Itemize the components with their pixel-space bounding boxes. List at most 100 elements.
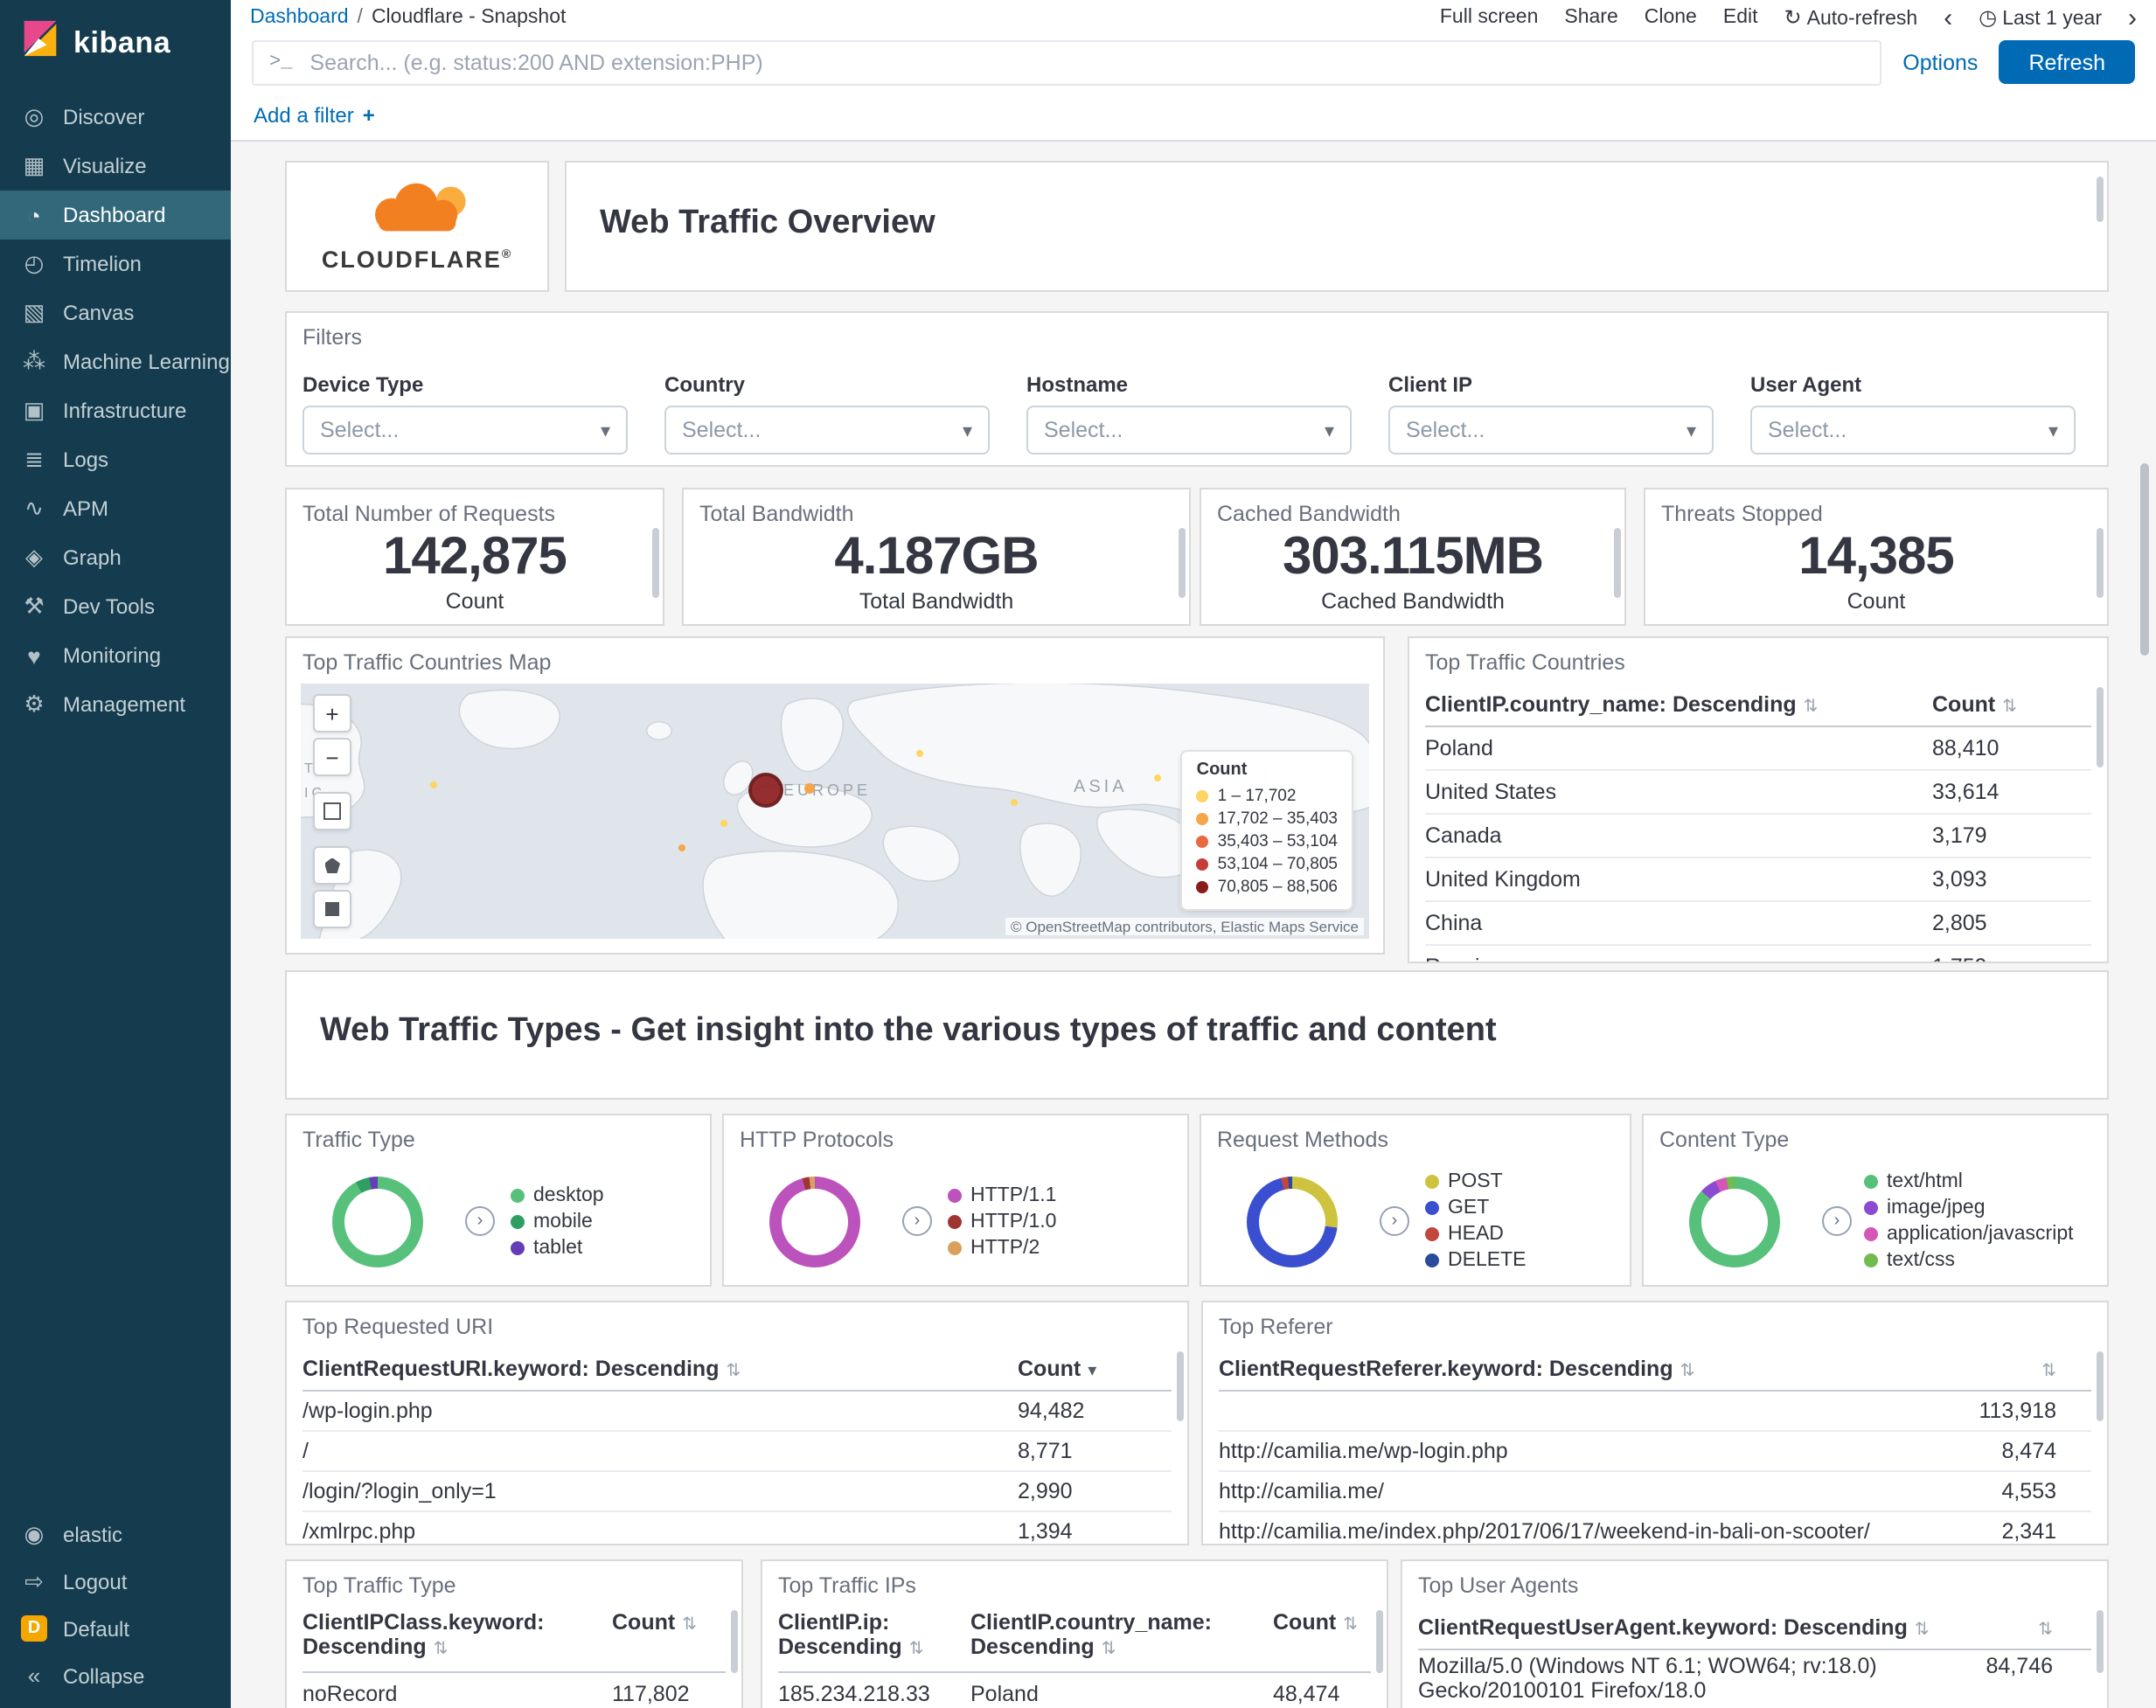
legend-dot (1864, 1227, 1878, 1241)
request-methods-donut[interactable] (1247, 1176, 1338, 1267)
sort-icon[interactable]: ⇅ (1915, 1621, 1930, 1640)
sort-desc-icon[interactable]: ▾ (1088, 1362, 1096, 1381)
sort-icon[interactable]: ⇅ (2038, 1621, 2053, 1640)
legend-toggle-icon[interactable]: › (1380, 1206, 1409, 1236)
map-bubble[interactable] (1154, 774, 1161, 781)
legend-item[interactable]: tablet (511, 1237, 604, 1258)
sort-icon[interactable]: ⇅ (727, 1362, 741, 1381)
time-range-picker[interactable]: ◷ Last 1 year (1979, 5, 2102, 30)
legend-item[interactable]: text/css (1864, 1250, 2074, 1271)
client-ip-select[interactable]: Select... ▾ (1388, 406, 1714, 455)
time-back-chevron-icon[interactable]: ‹ (1944, 4, 1952, 31)
breadcrumb-dashboard-link[interactable]: Dashboard (250, 7, 349, 28)
map-bubble[interactable] (1011, 799, 1018, 806)
sidebar-item-graph[interactable]: ◈ Graph (0, 533, 231, 582)
legend-toggle-icon[interactable]: › (902, 1206, 932, 1236)
world-map[interactable]: TH IC EUROPE ASIA + − (301, 684, 1369, 939)
traffic-type-donut[interactable] (332, 1176, 423, 1267)
map-bubble-poland[interactable] (748, 773, 783, 808)
full-screen-button[interactable]: Full screen (1440, 7, 1539, 28)
sort-icon[interactable]: ⇅ (2041, 1362, 2056, 1381)
sidebar-item-dashboard[interactable]: ◔ Dashboard (0, 191, 231, 240)
sidebar-item-space-default[interactable]: D Default (0, 1605, 231, 1652)
draw-rectangle-button[interactable] (313, 890, 351, 928)
map-bubble[interactable] (720, 820, 727, 827)
panel-scrollbar[interactable] (1177, 1351, 1184, 1421)
legend-item[interactable]: POST (1425, 1171, 1527, 1192)
legend-item[interactable]: image/jpeg (1864, 1198, 2074, 1219)
zoom-out-button[interactable]: − (313, 738, 351, 776)
top-actions: Full screen Share Clone Edit ↻ Auto-refre… (1440, 4, 2137, 31)
content-type-donut[interactable] (1689, 1176, 1780, 1267)
legend-item[interactable]: application/javascript (1864, 1224, 2074, 1245)
legend-item[interactable]: HTTP/1.1 (948, 1184, 1056, 1205)
sidebar-item-timelion[interactable]: ◴ Timelion (0, 240, 231, 288)
legend-item[interactable]: DELETE (1425, 1250, 1527, 1271)
map-bubble[interactable] (916, 750, 923, 757)
sort-icon[interactable]: ⇅ (1680, 1362, 1695, 1381)
legend-item[interactable]: HEAD (1425, 1224, 1527, 1245)
fit-bounds-button[interactable] (313, 792, 351, 830)
sidebar-item-collapse[interactable]: « Collapse (0, 1652, 231, 1699)
panel-scrollbar[interactable] (1614, 528, 1621, 598)
sidebar-item-canvas[interactable]: ▧ Canvas (0, 288, 231, 337)
legend-toggle-icon[interactable]: › (465, 1206, 495, 1236)
sort-icon[interactable]: ⇅ (682, 1615, 697, 1635)
options-link[interactable]: Options (1902, 50, 1978, 74)
country-select[interactable]: Select... ▾ (664, 406, 990, 455)
refresh-button[interactable]: Refresh (1999, 40, 2135, 84)
sidebar-item-logout[interactable]: ⇨ Logout (0, 1558, 231, 1605)
share-button[interactable]: Share (1564, 7, 1617, 28)
map-bubble[interactable] (430, 781, 437, 788)
sidebar-item-management[interactable]: ⚙ Management (0, 680, 231, 729)
panel-scrollbar[interactable] (2097, 528, 2104, 598)
panel-scrollbar[interactable] (1179, 528, 1186, 598)
map-bubble[interactable] (804, 783, 815, 794)
legend-item[interactable]: HTTP/1.0 (948, 1211, 1056, 1232)
hostname-select[interactable]: Select... ▾ (1026, 406, 1352, 455)
legend-item[interactable]: HTTP/2 (948, 1237, 1056, 1258)
clone-button[interactable]: Clone (1645, 7, 1697, 28)
page-scrollbar[interactable] (2140, 463, 2149, 656)
auto-refresh-button[interactable]: ↻ Auto-refresh (1784, 5, 1918, 30)
kibana-brand[interactable]: kibana (0, 0, 231, 82)
sidebar-item-monitoring[interactable]: ♥ Monitoring (0, 631, 231, 680)
sort-icon[interactable]: ⇅ (1102, 1640, 1116, 1659)
plus-icon[interactable]: + (363, 102, 375, 127)
user-agent-select[interactable]: Select... ▾ (1750, 406, 2076, 455)
time-forward-chevron-icon[interactable]: › (2128, 4, 2137, 31)
map-bubble[interactable] (678, 844, 685, 851)
panel-scrollbar[interactable] (2097, 687, 2104, 767)
zoom-in-button[interactable]: + (313, 694, 351, 732)
panel-scrollbar[interactable] (2097, 1351, 2104, 1421)
panel-scrollbar[interactable] (1376, 1610, 1383, 1673)
add-filter-link[interactable]: Add a filter (254, 102, 354, 127)
panel-scrollbar[interactable] (2097, 1610, 2104, 1673)
sidebar-item-dev-tools[interactable]: ⚒ Dev Tools (0, 582, 231, 631)
edit-button[interactable]: Edit (1723, 7, 1758, 28)
sidebar-item-apm[interactable]: ∿ APM (0, 484, 231, 533)
legend-item[interactable]: GET (1425, 1198, 1527, 1219)
legend-toggle-icon[interactable]: › (1822, 1206, 1852, 1236)
legend-item[interactable]: text/html (1864, 1171, 2074, 1192)
sidebar-item-visualize[interactable]: ▦ Visualize (0, 142, 231, 191)
panel-scrollbar[interactable] (731, 1610, 738, 1673)
panel-scrollbar[interactable] (2097, 177, 2104, 222)
sidebar-item-discover[interactable]: ◎ Discover (0, 93, 231, 142)
search-input[interactable] (306, 48, 1865, 76)
sidebar-item-infrastructure[interactable]: ▣ Infrastructure (0, 386, 231, 435)
sort-icon[interactable]: ⇅ (1343, 1615, 1358, 1635)
draw-polygon-button[interactable] (313, 846, 351, 885)
legend-item[interactable]: mobile (511, 1211, 604, 1232)
sort-icon[interactable]: ⇅ (909, 1640, 924, 1659)
http-protocols-donut[interactable] (769, 1176, 860, 1267)
sidebar-item-user[interactable]: ◉ elastic (0, 1510, 231, 1558)
device-type-select[interactable]: Select... ▾ (303, 406, 628, 455)
sort-icon[interactable]: ⇅ (434, 1640, 449, 1659)
legend-item[interactable]: desktop (511, 1184, 604, 1205)
sort-icon[interactable]: ⇅ (2002, 698, 2017, 717)
sidebar-item-machine-learning[interactable]: ⁂ Machine Learning (0, 337, 231, 386)
sort-icon[interactable]: ⇅ (1804, 698, 1819, 717)
panel-scrollbar[interactable] (652, 528, 659, 598)
sidebar-item-logs[interactable]: ≣ Logs (0, 435, 231, 484)
